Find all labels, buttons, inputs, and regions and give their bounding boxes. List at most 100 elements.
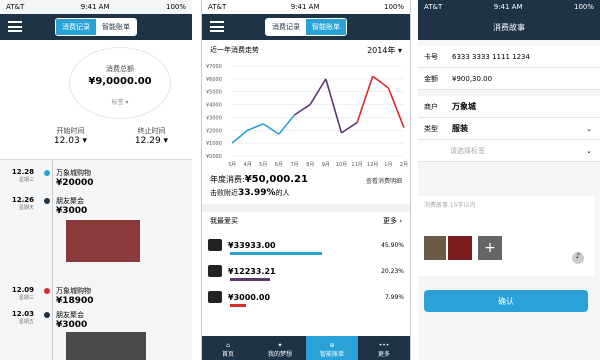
tab-records[interactable]: 消费记录	[266, 19, 306, 35]
entry-date: 12.03 星期五	[11, 310, 34, 325]
end-time[interactable]: 终止时间 12.29 ▾	[135, 126, 168, 146]
entry-info: 朋友聚会 ¥3000	[56, 311, 88, 330]
type-row[interactable]: 类型 服装 ⌄	[418, 118, 600, 140]
timeline-entry[interactable]: 12.03 星期五 朋友聚会 ¥3000	[0, 310, 192, 330]
status-bar: AT&T 9:41 AM 100%	[0, 0, 192, 14]
favorite-item[interactable]: ¥3000.00 7.99%	[208, 284, 404, 310]
tab-more[interactable]: ••• 更多	[358, 336, 410, 360]
phone-records: AT&T 9:41 AM 100% 消费记录 智能账单 消费总额 ¥9,0000…	[0, 0, 192, 360]
entry-date: 12.09 星期三	[11, 286, 34, 301]
favorite-amount: ¥3000.00	[228, 292, 271, 302]
more-icon: •••	[378, 342, 390, 349]
category-icon	[208, 239, 222, 251]
status-bar: AT&T 9:41 AM 100%	[202, 0, 410, 14]
favorite-percent: 45.90%	[381, 241, 404, 249]
x-tick-label: 11月	[351, 162, 362, 168]
status-bar: AT&T 9:41 AM 100%	[418, 0, 600, 14]
timeline-dot	[44, 198, 50, 204]
year-total: 年度消费:¥50,000.21	[210, 174, 308, 185]
total-label: 消费总额	[106, 65, 134, 73]
favorite-bar	[230, 278, 270, 281]
total-circle: 消费总额 ¥9,0000.00 标签 ▾	[70, 48, 170, 118]
trend-header: 近一年消费走势 2014年 ▾	[202, 40, 410, 60]
segmented-control: 消费记录 智能账单	[265, 18, 347, 36]
chevron-down-icon: ⌄	[586, 124, 592, 133]
tag-row[interactable]: 请选择标签 ⌄	[418, 140, 600, 162]
trend-line-segment	[372, 75, 389, 89]
x-tick-label: 10月	[336, 162, 347, 168]
tag-selector[interactable]: 标签 ▾	[70, 97, 170, 106]
favorite-amount: ¥12233.21	[228, 266, 276, 276]
y-tick-label: ¥1000	[206, 141, 222, 147]
timeline-dot	[44, 288, 50, 294]
trend-line-segment	[231, 129, 249, 144]
total-value: ¥9,0000.00	[88, 76, 152, 87]
detail-link[interactable]: 查看消费明细	[366, 176, 402, 185]
time-range: 开始时间 12.03 ▾ 终止时间 12.29 ▾	[30, 126, 192, 146]
photo-strip[interactable]	[66, 332, 146, 360]
plus-icon: +	[484, 240, 496, 256]
nav-bar: 消费记录 智能账单	[0, 14, 192, 40]
favorite-amount: ¥33933.00	[228, 240, 276, 250]
year-selector[interactable]: 2014年 ▾	[367, 45, 402, 56]
beat-text: 击败附近33.99%的人	[210, 188, 290, 198]
trend-line-segment	[356, 76, 374, 123]
mic-icon[interactable]: ♪	[572, 252, 584, 264]
y-tick-label: ¥6000	[206, 77, 222, 83]
confirm-button[interactable]: 确认	[424, 290, 588, 312]
trend-line-segment	[387, 87, 405, 129]
nav-bar: 消费故事	[418, 14, 600, 40]
x-tick-label: 8月	[306, 162, 314, 168]
photo-strip[interactable]	[66, 220, 140, 262]
favorite-percent: 7.99%	[384, 293, 404, 301]
y-tick-label: ¥3000	[206, 115, 222, 121]
clock: 9:41 AM	[80, 3, 110, 11]
timeline-entry[interactable]: 12.26 星期天 朋友聚会 ¥3000	[0, 196, 192, 216]
x-tick-label: 7月	[290, 162, 298, 168]
more-link[interactable]: 更多 ›	[383, 216, 402, 226]
trend-line-segment	[325, 78, 343, 134]
tab-bar: ⌂ 首页 ✦ 我的梦想 ⊕ 智能账单 ••• 更多	[202, 336, 410, 360]
tab-bills[interactable]: 智能账单	[306, 19, 346, 35]
timeline-entry[interactable]: 12.09 星期三 万象城购物 ¥18900	[0, 286, 192, 306]
favorite-percent: 20.23%	[381, 267, 404, 275]
add-photo-button[interactable]: +	[478, 236, 502, 260]
fav-header: 我最爱买 更多 ›	[210, 216, 402, 226]
tab-records[interactable]: 消费记录	[56, 19, 96, 35]
trend-line-segment	[278, 114, 296, 135]
add-photo-label: 添加照片	[480, 263, 501, 269]
amount-row: 金额 ¥900,30.00	[418, 68, 600, 90]
favorite-item[interactable]: ¥33933.00 45.90%	[208, 232, 404, 258]
tab-bills[interactable]: 智能账单	[96, 19, 136, 35]
menu-icon[interactable]	[8, 21, 22, 32]
timeline-line	[52, 160, 53, 360]
y-tick-label: ¥0000	[206, 154, 222, 160]
category-icon	[208, 291, 222, 303]
photo-thumbnail[interactable]	[424, 236, 446, 260]
x-tick-label: 4月	[244, 162, 252, 168]
trend-line-segment	[341, 121, 358, 134]
tab-dream[interactable]: ✦ 我的梦想	[254, 336, 306, 360]
entry-info: 朋友聚会 ¥3000	[56, 197, 88, 216]
tab-smart-bill[interactable]: ⊕ 智能账单	[306, 336, 358, 360]
trend-line-segment	[294, 103, 311, 116]
bag-icon: ⊕	[329, 342, 335, 349]
phone-bills: AT&T 9:41 AM 100% 消费记录 智能账单 近一年消费走势 2014…	[201, 0, 411, 360]
menu-icon[interactable]	[210, 21, 224, 32]
entry-date: 12.28 星期三	[11, 168, 34, 183]
favorite-item[interactable]: ¥12233.21 20.23%	[208, 258, 404, 284]
app-showcase: AT&T 9:41 AM 100% 消费记录 智能账单 消费总额 ¥9,0000…	[0, 0, 600, 360]
timeline-entry[interactable]: 12.28 星期三 万象城购物 ¥20000	[0, 168, 192, 188]
x-tick-label: 2月	[400, 162, 408, 168]
home-icon: ⌂	[226, 342, 230, 349]
photo-thumbnail[interactable]	[448, 236, 472, 260]
page-title: 消费故事	[493, 22, 525, 32]
trend-title: 近一年消费走势	[210, 46, 259, 54]
tab-home[interactable]: ⌂ 首页	[202, 336, 254, 360]
entry-info: 万象城购物 ¥18900	[56, 287, 94, 306]
x-tick-label: 5月	[259, 162, 267, 168]
y-tick-label: ¥2000	[206, 128, 222, 134]
trend-line-segment	[247, 123, 264, 132]
start-time[interactable]: 开始时间 12.03 ▾	[54, 126, 87, 146]
x-tick-label: 12月	[367, 162, 378, 168]
